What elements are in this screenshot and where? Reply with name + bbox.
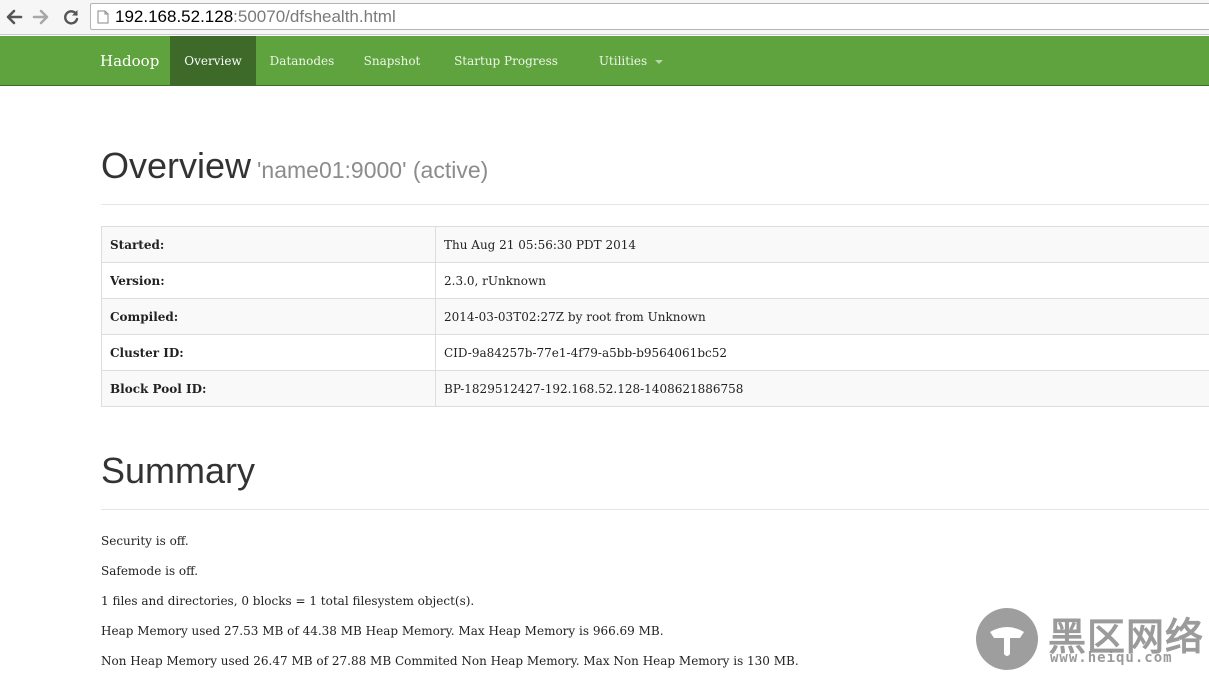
back-button[interactable] bbox=[3, 6, 25, 28]
reload-icon bbox=[62, 8, 80, 26]
summary-heap-memory: Heap Memory used 27.53 MB of 44.38 MB He… bbox=[101, 624, 664, 638]
nav-utilities[interactable]: Utilities bbox=[576, 36, 686, 86]
hadoop-navbar: Hadoop Overview Datanodes Snapshot Start… bbox=[0, 36, 1209, 86]
back-arrow-icon bbox=[5, 8, 23, 26]
row-value: Thu Aug 21 05:56:30 PDT 2014 bbox=[436, 227, 1209, 263]
table-row: Version: 2.3.0, rUnknown bbox=[102, 263, 1209, 299]
watermark-url: www.heiqu.com bbox=[1050, 650, 1173, 666]
summary-header: Summary bbox=[101, 450, 1209, 510]
nav-utilities-label: Utilities bbox=[599, 54, 647, 68]
nav-overview[interactable]: Overview bbox=[170, 36, 256, 86]
row-key: Block Pool ID: bbox=[102, 371, 436, 407]
page-icon bbox=[97, 10, 109, 24]
summary-title: Summary bbox=[101, 450, 255, 491]
summary-safemode: Safemode is off. bbox=[101, 564, 198, 578]
row-value: 2.3.0, rUnknown bbox=[436, 263, 1209, 299]
url-text: 192.168.52.128:50070/dfshealth.html bbox=[115, 7, 396, 27]
table-row: Started: Thu Aug 21 05:56:30 PDT 2014 bbox=[102, 227, 1209, 263]
summary-objects: 1 files and directories, 0 blocks = 1 to… bbox=[101, 594, 474, 608]
summary-non-heap-memory: Non Heap Memory used 26.47 MB of 27.88 M… bbox=[101, 654, 799, 668]
chevron-down-icon bbox=[655, 60, 663, 64]
url-path: :50070/dfshealth.html bbox=[233, 7, 396, 26]
nav-startup-progress[interactable]: Startup Progress bbox=[436, 36, 576, 86]
nav-snapshot[interactable]: Snapshot bbox=[348, 36, 436, 86]
summary-security: Security is off. bbox=[101, 534, 189, 548]
reload-button[interactable] bbox=[60, 6, 82, 28]
overview-header: Overview'name01:9000' (active) bbox=[101, 145, 1209, 205]
forward-button[interactable] bbox=[30, 6, 52, 28]
row-value: 2014-03-03T02:27Z by root from Unknown bbox=[436, 299, 1209, 335]
row-key: Cluster ID: bbox=[102, 335, 436, 371]
watermark-logo-icon bbox=[976, 608, 1038, 670]
site-watermark: 黑区网络 www.heiqu.com bbox=[976, 606, 1209, 674]
row-value: BP-1829512427-192.168.52.128-14086218867… bbox=[436, 371, 1209, 407]
address-bar[interactable]: 192.168.52.128:50070/dfshealth.html bbox=[90, 3, 1209, 30]
row-key: Version: bbox=[102, 263, 436, 299]
table-row: Block Pool ID: BP-1829512427-192.168.52.… bbox=[102, 371, 1209, 407]
forward-arrow-icon bbox=[32, 8, 50, 26]
page-title: Overview bbox=[101, 145, 251, 186]
nav-datanodes[interactable]: Datanodes bbox=[256, 36, 348, 86]
table-row: Compiled: 2014-03-03T02:27Z by root from… bbox=[102, 299, 1209, 335]
row-key: Started: bbox=[102, 227, 436, 263]
row-value: CID-9a84257b-77e1-4f79-a5bb-b9564061bc52 bbox=[436, 335, 1209, 371]
table-row: Cluster ID: CID-9a84257b-77e1-4f79-a5bb-… bbox=[102, 335, 1209, 371]
browser-toolbar: 192.168.52.128:50070/dfshealth.html bbox=[0, 0, 1209, 35]
brand-hadoop[interactable]: Hadoop bbox=[100, 36, 159, 86]
overview-table: Started: Thu Aug 21 05:56:30 PDT 2014 Ve… bbox=[101, 226, 1209, 407]
url-host: 192.168.52.128 bbox=[115, 7, 233, 26]
namenode-subtitle: 'name01:9000' (active) bbox=[257, 157, 488, 183]
row-key: Compiled: bbox=[102, 299, 436, 335]
